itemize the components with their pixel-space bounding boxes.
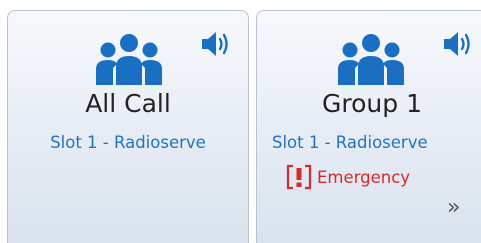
group-icon: [338, 34, 404, 85]
emergency-icon: [286, 164, 312, 190]
group-icon: [96, 34, 162, 85]
expand-more-icon[interactable]: »: [447, 197, 460, 219]
talkgroup-name: Group 1: [322, 89, 422, 118]
talkgroup-name: All Call: [85, 89, 171, 118]
talkgroup-tile-group-1[interactable]: Group 1 Slot 1 - Radioserve Emergency »: [256, 10, 481, 243]
speaker-icon[interactable]: [200, 28, 232, 60]
emergency-indicator: Emergency: [286, 163, 410, 191]
talkgroup-slot: Slot 1 - Radioserve: [50, 133, 206, 152]
emergency-label: Emergency: [317, 167, 411, 187]
speaker-icon[interactable]: [442, 28, 474, 60]
talkgroup-slot: Slot 1 - Radioserve: [272, 133, 428, 152]
talkgroup-tile-all-call[interactable]: All Call Slot 1 - Radioserve: [7, 10, 249, 243]
